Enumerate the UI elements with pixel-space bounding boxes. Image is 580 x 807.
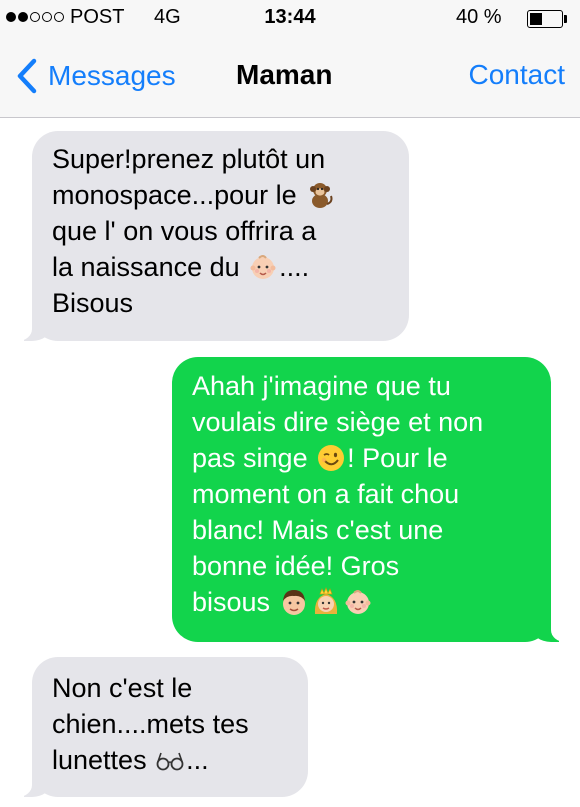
- message-text: que l' on vous offrira a: [52, 216, 317, 246]
- navigation-bar: Messages Maman Contact: [0, 40, 580, 118]
- man-icon: [279, 587, 309, 617]
- message-text: ! Pour le: [347, 443, 448, 473]
- message-line: que l' on vous offrira a: [52, 213, 389, 249]
- monkey-icon: [305, 180, 335, 210]
- message-text: blanc! Mais c'est une: [192, 515, 444, 545]
- message-text: bisous: [192, 587, 278, 617]
- message-text: lunettes: [52, 745, 155, 775]
- message-text: Non c'est le: [52, 673, 193, 703]
- message-bubble-incoming[interactable]: Non c'est le chien....mets tes lunettes ..…: [16, 657, 308, 797]
- message-text: voulais dire siège et non: [192, 407, 484, 437]
- message-line: blanc! Mais c'est une: [192, 512, 532, 548]
- message-text: Super!prenez plutôt un: [52, 144, 326, 174]
- message-text: moment on a fait chou: [192, 479, 460, 509]
- princess-icon: [311, 587, 341, 617]
- message-text: bonne idée! Gros: [192, 551, 400, 581]
- message-line: pas singe ! Pour le: [192, 440, 532, 476]
- message-line: Super!prenez plutôt un: [52, 141, 389, 177]
- message-line: moment on a fait chou: [192, 476, 532, 512]
- message-line: bisous: [192, 584, 532, 620]
- chevron-left-icon: [17, 58, 37, 94]
- battery-percentage: 40 %: [456, 6, 502, 28]
- message-line: lunettes ...: [52, 742, 288, 778]
- eyeglasses-icon: [155, 745, 185, 775]
- message-text: ...: [186, 745, 209, 775]
- battery-level-fill: [530, 13, 542, 25]
- battery-tip: [564, 15, 567, 23]
- message-text: la naissance du: [52, 252, 248, 282]
- message-line: Ahah j'imagine que tu: [192, 368, 532, 404]
- message-text: pas singe: [192, 443, 316, 473]
- wink-icon: [316, 443, 346, 473]
- message-line: Bisous: [52, 285, 389, 321]
- message-line: bonne idée! Gros: [192, 548, 532, 584]
- back-button[interactable]: Messages: [12, 57, 176, 95]
- message-bubble-incoming[interactable]: Super!prenez plutôt un monospace...pour l…: [16, 131, 409, 341]
- message-line: la naissance du ....: [52, 249, 389, 285]
- baby-icon: [343, 587, 373, 617]
- message-line: monospace...pour le: [52, 177, 389, 213]
- battery-icon: [527, 10, 563, 28]
- baby-icon: [248, 252, 278, 282]
- message-line: chien....mets tes: [52, 706, 288, 742]
- status-bar: POST 4G 13:44 40 %: [0, 0, 580, 40]
- back-button-label: Messages: [48, 60, 176, 91]
- message-text: Ahah j'imagine que tu: [192, 371, 451, 401]
- conversation-title: Maman: [236, 59, 333, 90]
- message-text: chien....mets tes: [52, 709, 249, 739]
- message-text: ....: [279, 252, 310, 282]
- message-text: monospace...pour le: [52, 180, 305, 210]
- contact-button[interactable]: Contact: [469, 59, 566, 91]
- message-line: voulais dire siège et non: [192, 404, 532, 440]
- message-bubble-outgoing[interactable]: Ahah j'imagine que tu voulais dire siège …: [172, 357, 567, 642]
- message-line: Non c'est le: [52, 670, 288, 706]
- message-text: Bisous: [52, 288, 134, 318]
